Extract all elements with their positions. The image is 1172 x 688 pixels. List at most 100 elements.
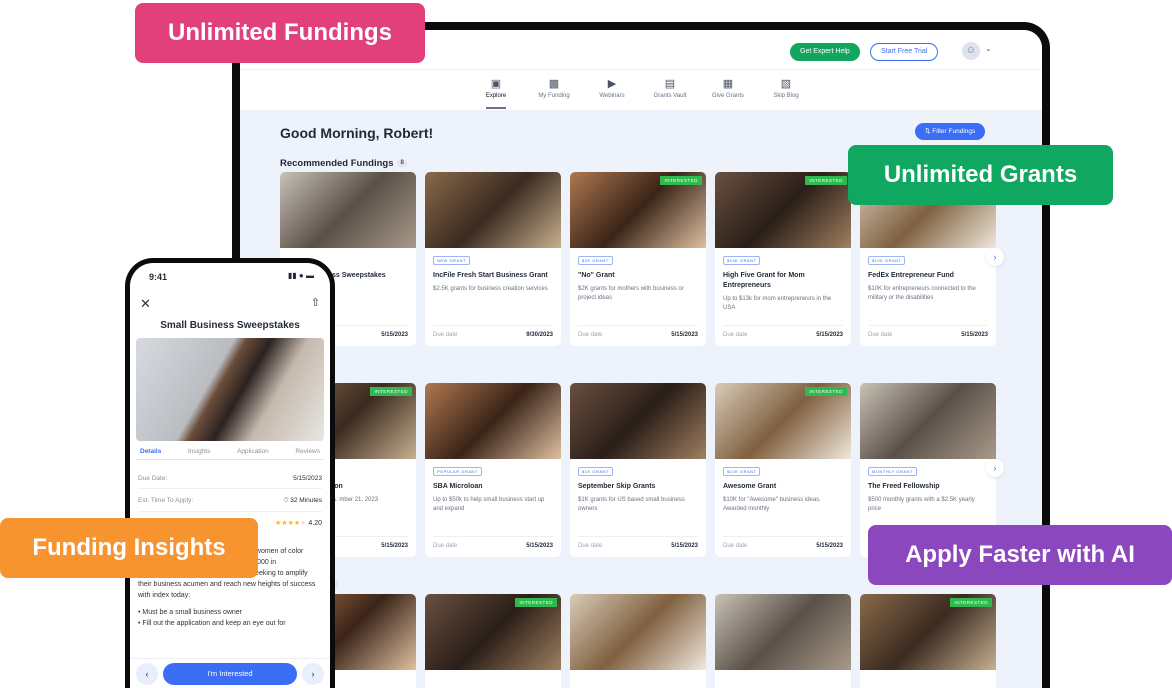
nav-label: Explore [485, 93, 507, 99]
due-label: Due date [578, 332, 603, 338]
card-title: SBA Microloan [433, 483, 483, 490]
tab-insights[interactable]: Insights [188, 448, 210, 455]
grant-tag: $10K GRANT [868, 256, 906, 265]
blog-icon: ▧ [780, 78, 792, 90]
nav-my-funding[interactable]: ▩ My Funding [536, 77, 572, 110]
nav-explore[interactable]: ▣ Explore [478, 77, 514, 110]
unlimited-grants-banner: Unlimited Grants [848, 145, 1113, 205]
funding-card[interactable]: $1K GRANT September Skip Grants $1K grant… [570, 383, 706, 557]
card-footer: Due date 5/15/2023 [578, 536, 698, 549]
filter-fundings-button[interactable]: ⇅ Filter Fundings [915, 123, 986, 140]
tab-details[interactable]: Details [140, 448, 161, 455]
grant-tag: MONTHLY GRANT [868, 467, 917, 476]
card-description: $500 monthly grants with a $2.5K yearly … [868, 497, 975, 512]
section-title: Recommended Fundings 8 [280, 158, 407, 169]
due-label: Due date [723, 543, 748, 549]
funding-card[interactable]: INTERESTED $2K GRANT "No" Grant $2K grants… [570, 172, 706, 346]
carousel-next-button[interactable]: › [986, 248, 1004, 266]
card-footer: Due date 5/15/2023 [433, 536, 553, 549]
bottom-bar: ‹ I'm Interested › [130, 658, 330, 688]
rating: ★★★★★ 4.20 [275, 519, 322, 527]
tab-application[interactable]: Application [237, 448, 269, 455]
funding-image [136, 338, 324, 441]
card-description: Up to $13k for mom entrepreneurs in the … [723, 296, 832, 311]
card-title: "No" Grant [578, 272, 615, 279]
funding-insights-banner: Funding Insights [0, 518, 258, 578]
card-image: INTERESTED [715, 383, 851, 459]
bullet-text: Fill out the application and keep an eye… [142, 620, 286, 627]
card-description: $2.5K grants for business creation servi… [433, 286, 548, 292]
apply-faster-banner: Apply Faster with AI [868, 525, 1172, 585]
funding-card[interactable] [715, 594, 851, 688]
bullet: • Fill out the application and keep an e… [138, 620, 286, 627]
carousel-next-button[interactable]: › [986, 459, 1004, 477]
phone-frame: 9:41 ▮▮ ● ▬ ✕ ⇧ Small Business Sweepstak… [125, 258, 335, 688]
card-image [280, 172, 416, 248]
share-icon[interactable]: ⇧ [311, 296, 320, 309]
card-description: $10K for "Awesome" business ideas. Award… [723, 497, 821, 512]
bullet: • Must be a small business owner [138, 609, 243, 616]
interested-badge: INTERESTED [950, 598, 992, 607]
funding-card[interactable] [570, 594, 706, 688]
due-date: 5/15/2023 [671, 543, 698, 549]
card-image [860, 383, 996, 459]
section-title-text: Recommended Fundings [280, 158, 394, 169]
due-label: Due date [433, 543, 458, 549]
card-image [715, 594, 851, 670]
nav-webinars[interactable]: ▶ Webinars [594, 77, 630, 110]
unlimited-fundings-banner: Unlimited Fundings [135, 3, 425, 63]
im-interested-button[interactable]: I'm Interested [163, 663, 297, 685]
due-label: Due date [723, 332, 748, 338]
tab-reviews[interactable]: Reviews [295, 448, 320, 455]
due-date: 5/15/2023 [526, 543, 553, 549]
prev-button[interactable]: ‹ [136, 663, 158, 685]
due-date: 5/15/2023 [671, 332, 698, 338]
funding-card[interactable]: NEW GRANT IncFile Fresh Start Business Gr… [425, 172, 561, 346]
next-button[interactable]: › [302, 663, 324, 685]
nav-skip-blog[interactable]: ▧ Skip Blog [768, 77, 804, 110]
card-image: INTERESTED [425, 594, 561, 670]
due-value: 5/15/2023 [293, 475, 322, 482]
section-count: 8 [397, 159, 407, 168]
grant-tag: $10K GRANT [723, 256, 761, 265]
nav-label: Skip Blog [773, 93, 799, 99]
card-title: FedEx Entrepreneur Fund [868, 272, 954, 279]
card-title: IncFile Fresh Start Business Grant [433, 272, 548, 279]
laptop-frame: Get Expert Help Start Free Trial ☺ ⌄ ▣ Ex… [232, 22, 1050, 688]
user-icon[interactable]: ☺ [962, 42, 980, 60]
funding-card[interactable]: INTERESTED [860, 594, 996, 688]
get-expert-help-button[interactable]: Get Expert Help [790, 43, 860, 61]
card-image [425, 172, 561, 248]
card-title: Awesome Grant [723, 483, 777, 490]
funding-card[interactable]: POPULAR GRANT SBA Microloan Up to $50k to… [425, 383, 561, 557]
funding-card[interactable]: INTERESTED [425, 594, 561, 688]
close-icon[interactable]: ✕ [140, 296, 151, 312]
grant-tag: NEW GRANT [433, 256, 470, 265]
nav-grants-vault[interactable]: ▤ Grants Vault [652, 77, 688, 110]
time-value: ⏱ 32 Minutes [283, 497, 322, 505]
nav-label: Webinars [599, 93, 625, 99]
card-description: $10K for entrepreneurs connected to the … [868, 286, 976, 301]
nav-give-grants[interactable]: ▦ Give Grants [710, 77, 746, 110]
card-image [570, 594, 706, 670]
start-free-trial-button[interactable]: Start Free Trial [870, 43, 939, 61]
chevron-down-icon[interactable]: ⌄ [985, 44, 992, 53]
nav-label: My Funding [538, 93, 570, 99]
star-icons: ★★★★★ [275, 520, 307, 527]
card-image [570, 383, 706, 459]
funding-card[interactable]: INTERESTED $10K GRANT Awesome Grant $10K f… [715, 383, 851, 557]
interested-badge: INTERESTED [515, 598, 557, 607]
due-label: Due date [868, 332, 893, 338]
due-date-row: Due Date: 5/15/2023 [138, 475, 322, 489]
grant-tag: $2K GRANT [578, 256, 613, 265]
funding-card[interactable]: INTERESTED $10K GRANT High Five Grant for … [715, 172, 851, 346]
card-image: INTERESTED [715, 172, 851, 248]
filter-label: Filter Fundings [932, 128, 976, 135]
due-date: 5/15/2023 [381, 543, 408, 549]
card-footer: Due date 5/15/2023 [723, 325, 843, 338]
card-footer: Due date 5/15/2023 [868, 325, 988, 338]
interested-badge: INTERESTED [805, 387, 847, 396]
due-date: 5/15/2023 [816, 332, 843, 338]
card-description: $2K grants for mothers with business or … [578, 286, 684, 301]
time-label: Est. Time To Apply: [138, 497, 194, 504]
